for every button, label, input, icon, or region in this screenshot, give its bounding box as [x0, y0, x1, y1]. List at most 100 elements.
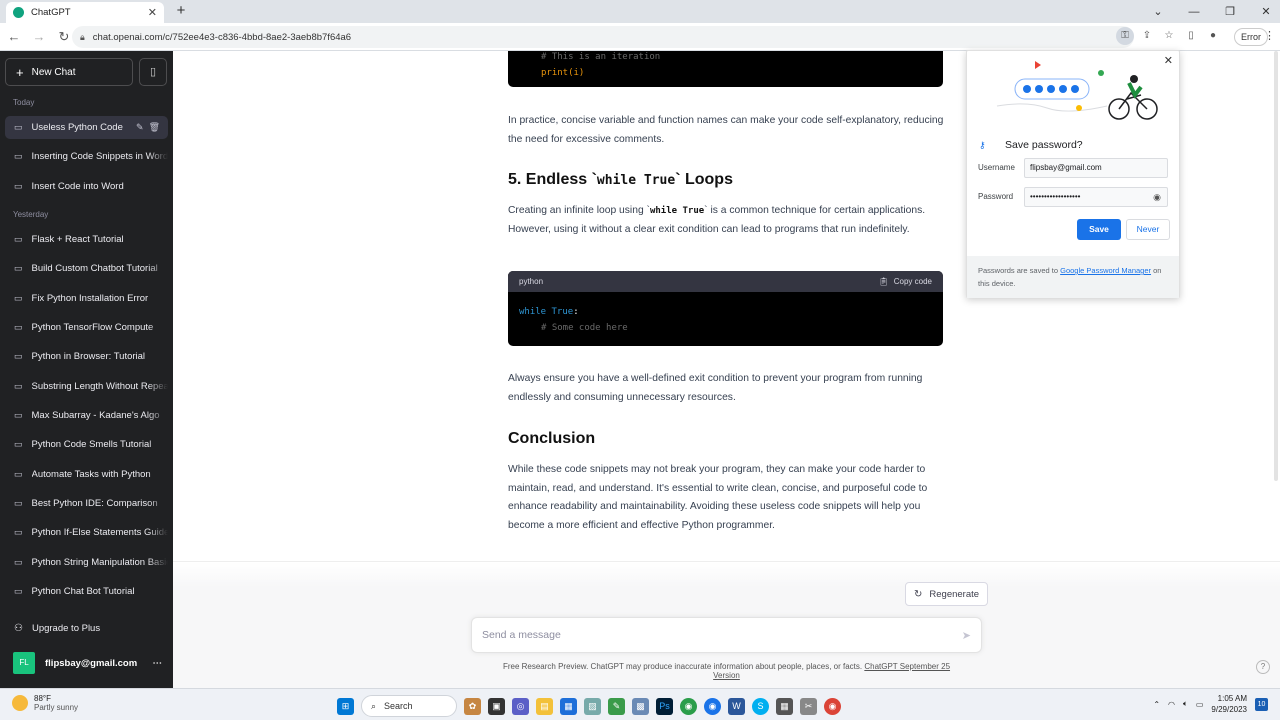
- paragraph: While these code snippets may not break …: [508, 464, 928, 531]
- chat-bubble-icon: ▭: [14, 322, 23, 332]
- address-bar[interactable]: 🔒︎ chat.openai.com/c/752ee4e3-c836-4bbd-…: [72, 26, 1134, 48]
- never-button[interactable]: Never: [1126, 219, 1170, 240]
- password-field[interactable]: •••••••••••••••••• ◉: [1024, 187, 1168, 207]
- chat-item[interactable]: ▭ Insert Code into Word: [5, 175, 168, 198]
- clock[interactable]: 1:05 AM 9/29/2023: [1211, 693, 1247, 715]
- taskbar-search[interactable]: ⌕ Search: [361, 695, 457, 717]
- chat-item[interactable]: ▭ Automate Tasks with Python: [5, 463, 168, 486]
- new-chat-button[interactable]: + New Chat: [5, 58, 133, 86]
- notification-badge[interactable]: 10: [1255, 697, 1268, 711]
- close-window-icon[interactable]: ✕: [1258, 5, 1274, 18]
- chevron-up-icon[interactable]: ⌃: [1153, 700, 1160, 709]
- delete-icon[interactable]: 🗑︎: [149, 122, 160, 133]
- close-tab-icon[interactable]: ✕: [148, 6, 157, 19]
- tab-search-icon[interactable]: ⌄: [1150, 5, 1166, 18]
- forward-icon[interactable]: →: [28, 29, 50, 44]
- message-input[interactable]: Send a message ➤: [471, 617, 982, 653]
- share-icon[interactable]: ⇪: [1138, 27, 1156, 45]
- chat-item[interactable]: ▭ Flask + React Tutorial: [5, 228, 168, 251]
- skype-icon[interactable]: S: [752, 697, 769, 715]
- browser-tab[interactable]: ChatGPT ✕: [6, 2, 164, 23]
- paragraph: In practice, concise variable and functi…: [508, 115, 944, 145]
- user-icon: ⚇: [14, 622, 23, 634]
- chat-item[interactable]: ▭ Python in Browser: Tutorial: [5, 345, 168, 368]
- chrome-beta-icon[interactable]: ◉: [680, 697, 697, 715]
- battery-icon[interactable]: ▭: [1196, 700, 1204, 709]
- eye-icon[interactable]: ◉: [1153, 188, 1161, 206]
- code-block: python 📋︎ Copy code while True: # Some c…: [508, 271, 943, 346]
- chat-item-label: Automate Tasks with Python: [31, 469, 151, 480]
- error-button[interactable]: Error: [1234, 28, 1268, 46]
- taskbar-apps: ⊞ ⌕ Search ✿ ▣ ◎ ▤ ▦ ▨ ✎ ▩ Ps ◉ ◉ W S ▦ …: [337, 695, 841, 717]
- chat-item[interactable]: ▭ Build Custom Chatbot Tutorial: [5, 257, 168, 280]
- close-icon[interactable]: ✕: [1164, 54, 1173, 67]
- chat-item[interactable]: ▭ Python If-Else Statements Guide: [5, 521, 168, 544]
- wifi-icon[interactable]: ◠: [1168, 700, 1175, 709]
- chat-item[interactable]: ▭ Best Python IDE: Comparison: [5, 492, 168, 515]
- app-icon[interactable]: ▨: [584, 697, 601, 715]
- username-field[interactable]: flipsbay@gmail.com: [1024, 158, 1168, 178]
- bookmark-star-icon[interactable]: ☆: [1160, 27, 1178, 45]
- code-comment: # Some code here: [541, 323, 628, 333]
- file-explorer-icon[interactable]: ▤: [536, 697, 553, 715]
- chat-item-label: Python in Browser: Tutorial: [31, 351, 146, 362]
- new-tab-icon[interactable]: +: [172, 2, 190, 20]
- chat-item-label: Python Chat Bot Tutorial: [31, 586, 135, 597]
- chat-bubble-icon: ▭: [14, 527, 23, 537]
- browser-menu-icon[interactable]: ⋮: [1264, 29, 1275, 42]
- chat-item[interactable]: ▭ Python Code Smells Tutorial: [5, 433, 168, 456]
- regenerate-button[interactable]: ↻ Regenerate: [905, 582, 989, 606]
- chat-item[interactable]: ▭ Python Chat Bot Tutorial: [5, 580, 168, 603]
- snipping-tool-icon[interactable]: ✂: [800, 697, 817, 715]
- chat-bubble-icon: ▭: [14, 586, 23, 596]
- task-view-icon[interactable]: ▣: [488, 697, 505, 715]
- profile-icon[interactable]: ●: [1204, 27, 1222, 45]
- chat-item[interactable]: ▭ Max Subarray - Kadane's Algo: [5, 404, 168, 427]
- chat-bubble-icon: ▭: [14, 122, 23, 132]
- user-menu[interactable]: FL flipsbay@gmail.com ⋯: [5, 650, 168, 676]
- calculator-icon[interactable]: ▦: [776, 697, 793, 715]
- side-panel-icon[interactable]: ▯: [1182, 27, 1200, 45]
- edit-icon[interactable]: ✎: [136, 122, 144, 133]
- password-value: ••••••••••••••••••: [1030, 192, 1081, 201]
- notepad-icon[interactable]: ✎: [608, 697, 625, 715]
- message-placeholder: Send a message: [482, 629, 561, 641]
- copy-code-button[interactable]: 📋︎ Copy code: [879, 277, 932, 286]
- chat-bubble-icon: ▭: [14, 181, 23, 191]
- word-icon[interactable]: W: [728, 697, 745, 715]
- chat-item[interactable]: ▭ Inserting Code Snippets in Word: [5, 145, 168, 168]
- scrollbar[interactable]: [1274, 51, 1278, 481]
- send-icon[interactable]: ➤: [962, 629, 971, 642]
- teams-icon[interactable]: ◎: [512, 697, 529, 715]
- chrome-icon[interactable]: ◉: [824, 697, 841, 715]
- address-bar-icons: ⚿ ⇪ ☆ ▯ ●: [1116, 27, 1222, 45]
- restore-icon[interactable]: ❐: [1222, 5, 1238, 18]
- photoshop-icon[interactable]: Ps: [656, 697, 673, 715]
- windows-start-icon[interactable]: ⊞: [337, 697, 354, 715]
- paint-icon[interactable]: ▩: [632, 697, 649, 715]
- weather-widget[interactable]: 88°F Partly sunny: [12, 694, 78, 712]
- help-icon[interactable]: ?: [1256, 660, 1270, 674]
- chat-item[interactable]: ▭ Useless Python Code ✎ 🗑︎: [5, 116, 168, 139]
- chat-item[interactable]: ▭ Python String Manipulation Basics: [5, 551, 168, 574]
- chrome-dev-icon[interactable]: ◉: [704, 697, 721, 715]
- collapse-sidebar-icon[interactable]: ▯: [139, 58, 167, 86]
- heading-code: while True: [596, 173, 676, 188]
- chat-item[interactable]: ▭ Fix Python Installation Error: [5, 287, 168, 310]
- site-info-icon[interactable]: 🔒︎: [80, 32, 85, 43]
- chat-item[interactable]: ▭ Substring Length Without Repeat: [5, 375, 168, 398]
- volume-icon[interactable]: 🔈︎: [1183, 699, 1188, 709]
- chat-item[interactable]: ▭ Python TensorFlow Compute: [5, 316, 168, 339]
- upgrade-button[interactable]: ⚇ Upgrade to Plus: [5, 617, 168, 639]
- more-icon[interactable]: ⋯: [153, 658, 163, 669]
- composer-area: ↻ Regenerate Send a message ➤ Free Resea…: [173, 561, 1280, 688]
- password-manager-link[interactable]: Google Password Manager: [1060, 266, 1151, 275]
- back-icon[interactable]: ←: [3, 29, 25, 44]
- key-icon[interactable]: ⚿: [1116, 27, 1134, 45]
- chat-item-label: Python TensorFlow Compute: [31, 322, 154, 333]
- date: 9/29/2023: [1211, 705, 1247, 714]
- minimize-icon[interactable]: —: [1186, 6, 1202, 18]
- save-button[interactable]: Save: [1077, 219, 1121, 240]
- widgets-icon[interactable]: ✿: [464, 697, 481, 715]
- store-icon[interactable]: ▦: [560, 697, 577, 715]
